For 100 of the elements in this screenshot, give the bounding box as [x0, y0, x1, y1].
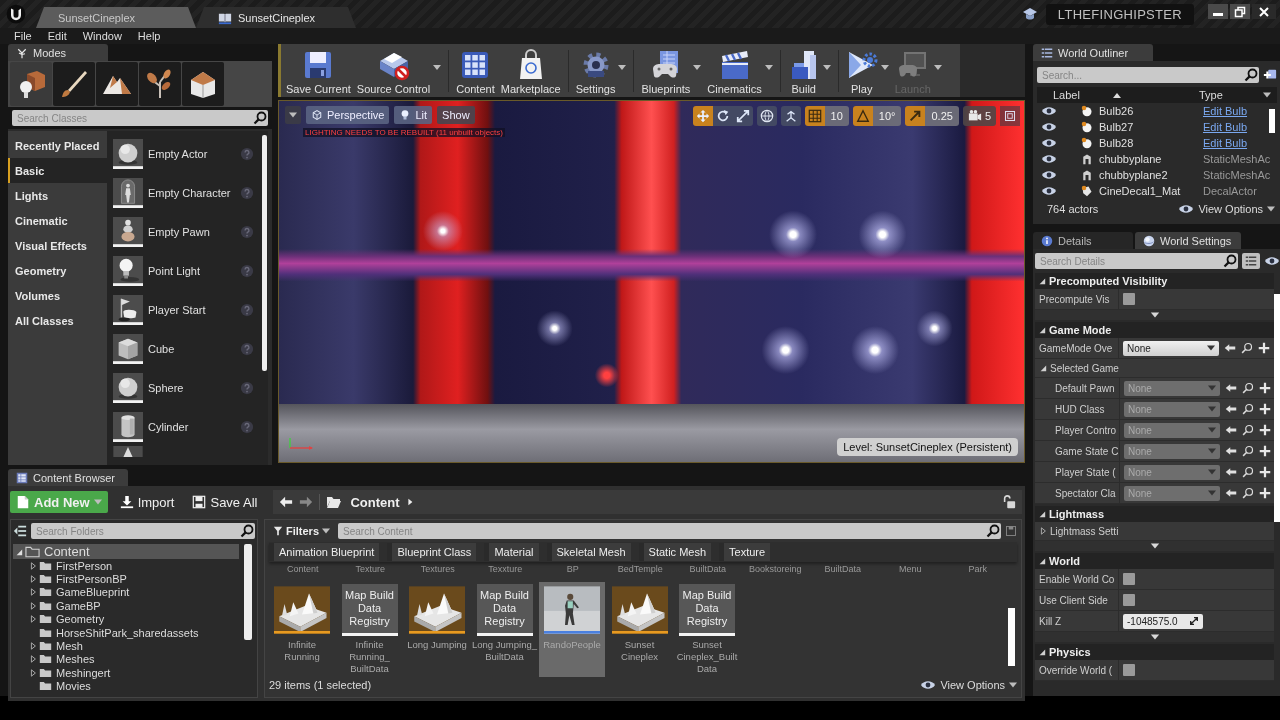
caret-icon[interactable]: [433, 65, 442, 70]
checkbox[interactable]: [1123, 573, 1135, 585]
search-field[interactable]: Search...: [1037, 67, 1243, 83]
document-tab[interactable]: SunsetCineplex: [36, 7, 196, 28]
class-dropdown[interactable]: None: [1123, 340, 1219, 356]
help-icon[interactable]: [240, 146, 254, 161]
toolbar-button[interactable]: Settings: [572, 46, 619, 95]
edit-link[interactable]: Edit Bulb: [1203, 137, 1248, 149]
checkbox[interactable]: [1123, 293, 1135, 305]
help-icon[interactable]: [240, 302, 254, 317]
number-field[interactable]: -1048575.0: [1123, 613, 1203, 629]
plus-icon[interactable]: [1258, 342, 1270, 354]
folder-item[interactable]: Geometry: [13, 612, 239, 626]
collapsed-triangle-icon[interactable]: [29, 575, 37, 584]
mode-button[interactable]: [53, 62, 95, 106]
search-icon[interactable]: [1242, 382, 1254, 394]
mode-button[interactable]: [139, 62, 181, 106]
search-field[interactable]: Search Classes: [12, 110, 252, 126]
filter-chip[interactable]: Static Mesh: [638, 543, 712, 561]
view-mode-button[interactable]: Lit: [394, 106, 433, 124]
folder-item[interactable]: GameBlueprint: [13, 585, 239, 600]
scene-render[interactable]: [279, 101, 1024, 462]
view-mode-button[interactable]: Show: [437, 106, 475, 124]
search-field[interactable]: Search Content: [338, 523, 985, 539]
filters-button[interactable]: Filters: [269, 525, 334, 537]
folder-item[interactable]: Movies: [13, 679, 239, 693]
flag-icon[interactable]: [113, 294, 143, 325]
class-item[interactable]: Empty Pawn: [148, 225, 240, 238]
property-matrix-button[interactable]: [1242, 253, 1260, 269]
snap-value-button[interactable]: 10: [824, 106, 849, 126]
expand-triangle-icon[interactable]: [1039, 527, 1047, 535]
class-item[interactable]: Cylinder: [148, 420, 240, 433]
transform-mode-button[interactable]: [732, 106, 753, 126]
snap-toggle[interactable]: [905, 106, 926, 126]
panel-tab[interactable]: Content Browser: [8, 469, 128, 486]
folder-item[interactable]: Content: [13, 544, 239, 559]
expand-triangle-icon[interactable]: [1039, 364, 1047, 372]
maximize-viewport-button[interactable]: [1000, 106, 1020, 126]
plus-icon[interactable]: [1259, 424, 1271, 436]
caret-icon[interactable]: [880, 65, 889, 70]
light-bulb-icon[interactable]: [113, 255, 143, 286]
class-item[interactable]: Point Light: [148, 264, 240, 277]
logo-icon[interactable]: [6, 4, 26, 24]
lock-icon[interactable]: [1002, 495, 1016, 509]
class-item[interactable]: Cube: [148, 342, 240, 355]
category-item[interactable]: Volumes: [8, 283, 107, 308]
arrow-left-icon[interactable]: [1225, 487, 1237, 499]
class-item[interactable]: Player Start: [148, 303, 240, 316]
back-arrow-icon[interactable]: [279, 495, 294, 509]
asset-tile[interactable]: Infinite Running: [269, 582, 335, 677]
search-icon[interactable]: [239, 523, 255, 539]
surface-snap-button[interactable]: [780, 106, 801, 126]
minimize-button[interactable]: [1208, 4, 1228, 19]
help-icon[interactable]: [240, 224, 254, 239]
menu-item[interactable]: Help: [129, 29, 169, 43]
view-options-button[interactable]: View Options: [920, 679, 1017, 691]
eye-icon[interactable]: [1041, 106, 1057, 116]
toolbar-button[interactable]: Content: [453, 46, 498, 95]
save-search-icon[interactable]: [1005, 525, 1017, 537]
asset-tile[interactable]: Sunset Cineplex: [606, 582, 673, 677]
coordinate-space-button[interactable]: [756, 106, 777, 126]
eye-icon[interactable]: [1041, 170, 1057, 180]
class-item[interactable]: Sphere: [148, 381, 240, 394]
actor-name[interactable]: chubbyplane2: [1099, 169, 1203, 181]
actor-name[interactable]: chubbyplane: [1099, 153, 1203, 165]
edit-link[interactable]: Edit Bulb: [1203, 105, 1248, 117]
actor-name[interactable]: Bulb28: [1099, 137, 1203, 149]
toolbar-button[interactable]: Play: [842, 46, 881, 95]
search-icon[interactable]: [1242, 466, 1254, 478]
plus-icon[interactable]: [1259, 487, 1271, 499]
search-icon[interactable]: [985, 523, 1001, 539]
actor-name[interactable]: Bulb26: [1099, 105, 1203, 117]
collapsed-triangle-icon[interactable]: [29, 588, 37, 597]
eye-icon[interactable]: [1041, 122, 1057, 132]
category-item[interactable]: Lights: [8, 183, 107, 208]
filter-chip[interactable]: Texture: [719, 543, 771, 561]
plus-icon[interactable]: [1259, 403, 1271, 415]
help-icon[interactable]: [240, 419, 254, 434]
collapsed-triangle-icon[interactable]: [29, 601, 37, 610]
chevron-right-icon[interactable]: [405, 498, 414, 506]
filter-chip[interactable]: Blueprint Class: [387, 543, 477, 561]
toolbar-button[interactable]: Source Control: [353, 46, 434, 95]
search-icon[interactable]: [1242, 445, 1254, 457]
folder-item[interactable]: Mesh: [13, 639, 239, 653]
asset-tile[interactable]: Long Jumping: [404, 582, 470, 677]
pawn-icon[interactable]: [113, 216, 143, 247]
cap-icon[interactable]: [1021, 6, 1038, 22]
panel-tab[interactable]: World Outliner: [1033, 44, 1153, 61]
close-button[interactable]: [1252, 4, 1276, 19]
filter-chip[interactable]: Material: [484, 543, 539, 561]
category-item[interactable]: Visual Effects: [8, 233, 107, 258]
scrollbar-thumb[interactable]: [244, 544, 252, 640]
scrollbar-thumb[interactable]: [262, 135, 267, 371]
menu-item[interactable]: Window: [74, 29, 130, 43]
maximize-button[interactable]: [1230, 4, 1250, 19]
filter-chip[interactable]: Animation Blueprint: [269, 543, 380, 561]
class-item[interactable]: Empty Character: [148, 186, 240, 199]
figure-icon[interactable]: [113, 177, 143, 208]
search-icon[interactable]: [1241, 342, 1253, 354]
arrow-left-icon[interactable]: [1224, 342, 1236, 354]
